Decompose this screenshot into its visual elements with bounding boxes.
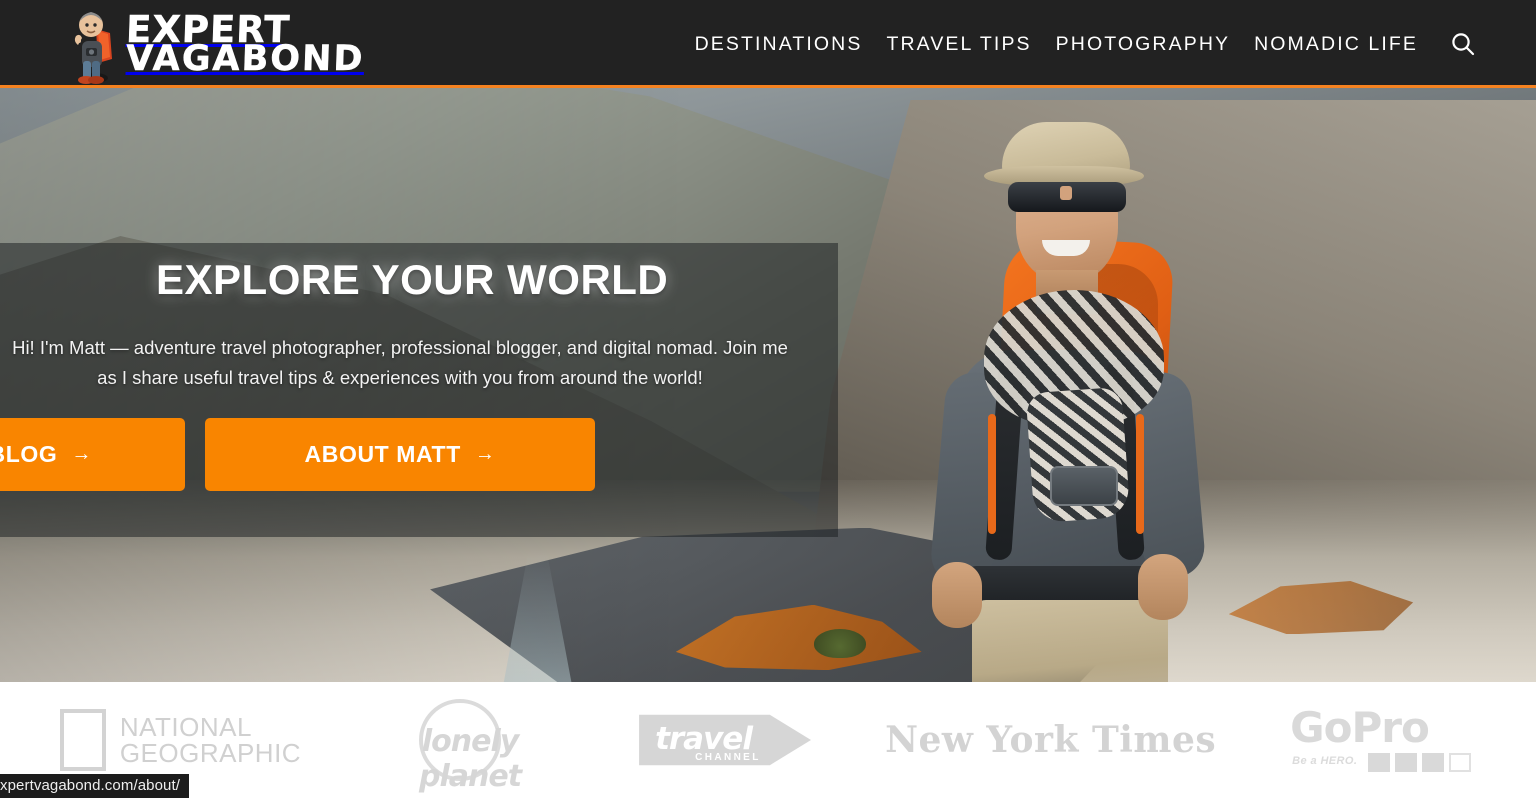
backpacker-character-icon bbox=[62, 1, 120, 87]
hiker-strap-accent-right bbox=[1136, 414, 1144, 534]
travel-blog-button[interactable]: TRAVEL BLOG → bbox=[0, 418, 185, 491]
site-logo[interactable]: EXPERT VAGABOND bbox=[62, 0, 366, 88]
logo-new-york-times[interactable]: New York Times bbox=[885, 719, 1216, 761]
gopro-wordmark: GoPro bbox=[1290, 703, 1430, 752]
site-header: EXPERT VAGABOND DESTINATIONS TRAVEL TIPS… bbox=[0, 0, 1536, 88]
hiker-chest-pouch bbox=[1050, 466, 1118, 506]
logo-lonely-planet[interactable]: lonely planet bbox=[375, 697, 565, 794]
about-matt-button[interactable]: ABOUT MATT → bbox=[205, 418, 595, 491]
nyt-wordmark: New York Times bbox=[885, 719, 1217, 761]
shrub bbox=[814, 628, 867, 659]
travel-channel-subtext: CHANNEL bbox=[695, 752, 761, 763]
press-logos-band: NATIONAL GEOGRAPHIC lonely planet travel… bbox=[0, 682, 1536, 798]
natgeo-line-2: GEOGRAPHIC bbox=[119, 738, 302, 768]
natgeo-rectangle-icon bbox=[59, 709, 106, 771]
gopro-squares-icon bbox=[1368, 753, 1472, 772]
hiker-strap-accent-left bbox=[988, 414, 996, 534]
nav-item-destinations[interactable]: DESTINATIONS bbox=[683, 33, 875, 56]
hiker-right-hand bbox=[1138, 554, 1188, 620]
main-navigation: DESTINATIONS TRAVEL TIPS PHOTOGRAPHY NOM… bbox=[683, 0, 1478, 88]
arrow-right-icon: → bbox=[71, 443, 92, 465]
logo-gopro[interactable]: GoPro Be a HERO. bbox=[1290, 703, 1476, 777]
hero-subtitle: Hi! I'm Matt — adventure travel photogra… bbox=[12, 337, 788, 388]
gopro-tagline: Be a HERO. bbox=[1292, 755, 1358, 767]
logo-travel-channel[interactable]: travel CHANNEL bbox=[639, 705, 812, 775]
hiker-left-hand bbox=[932, 562, 982, 628]
hiker-pants bbox=[972, 600, 1168, 682]
hiker-sunglasses bbox=[1008, 182, 1126, 212]
nav-item-nomadic-life[interactable]: NOMADIC LIFE bbox=[1242, 33, 1430, 56]
natgeo-line-1: NATIONAL bbox=[119, 712, 252, 742]
about-matt-button-label: ABOUT MATT bbox=[304, 441, 461, 467]
hero-cta-group: TRAVEL BLOG → ABOUT MATT → bbox=[0, 418, 595, 491]
arrow-right-icon: → bbox=[474, 443, 496, 465]
logo-national-geographic[interactable]: NATIONAL GEOGRAPHIC bbox=[59, 709, 302, 771]
hiker-portrait bbox=[880, 114, 1240, 682]
lonely-planet-wordmark: lonely planet bbox=[419, 724, 522, 794]
nav-item-travel-tips[interactable]: TRAVEL TIPS bbox=[874, 33, 1043, 56]
browser-status-bar: xpertvagabond.com/about/ bbox=[0, 774, 190, 798]
search-icon[interactable] bbox=[1448, 29, 1478, 59]
travel-blog-button-label: TRAVEL BLOG bbox=[0, 441, 58, 467]
page-title: EXPLORE YOUR WORLD bbox=[156, 256, 669, 303]
nav-item-photography[interactable]: PHOTOGRAPHY bbox=[1044, 33, 1242, 56]
page-root: EXPERT VAGABOND DESTINATIONS TRAVEL TIPS… bbox=[0, 0, 1536, 798]
logo-wordmark: EXPERT VAGABOND bbox=[125, 8, 366, 80]
logo-line-2: VAGABOND bbox=[125, 38, 366, 80]
